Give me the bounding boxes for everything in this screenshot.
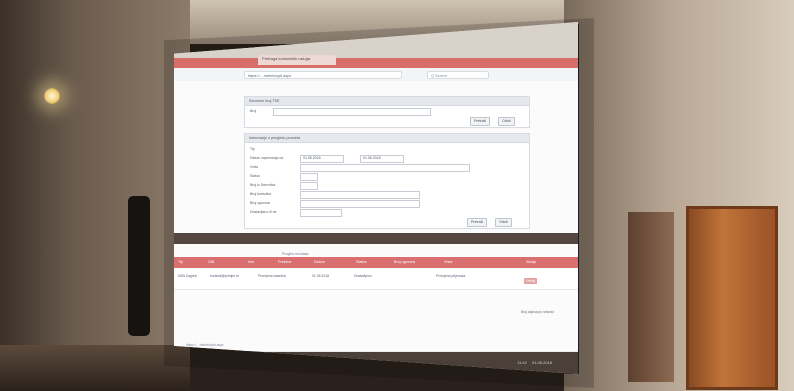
- left-wall: [0, 0, 190, 391]
- details-button[interactable]: Detalji: [524, 278, 538, 284]
- col-status[interactable]: Status: [356, 260, 366, 264]
- journal-number-input[interactable]: [300, 182, 318, 190]
- filter-label-delivered: Dostavljeno ili ne: [250, 210, 277, 214]
- results-header: Tip OIB Ime Prezime Datum Status Broj ug…: [174, 257, 578, 268]
- user-number-input[interactable]: [300, 191, 420, 199]
- url-bar[interactable]: https://... /admin/upit.aspx: [244, 71, 402, 79]
- row-note: Promjena prijenosa: [436, 274, 466, 278]
- filter-label-journal: Broj iz Dnevnika: [250, 183, 276, 187]
- browser-status-bar: https://... /admin/upit.aspx: [186, 343, 224, 347]
- col-contract[interactable]: Broj ugovora: [394, 260, 415, 264]
- delivered-select[interactable]: [300, 209, 342, 217]
- clock[interactable]: 11:42 01.06.2018: [517, 360, 552, 365]
- table-row[interactable]: MS5 Zagreb korisnik@primjer.hr Promjena …: [174, 269, 578, 290]
- status-select[interactable]: [300, 173, 318, 181]
- service-number-input[interactable]: [273, 108, 431, 116]
- section-divider: [174, 233, 578, 244]
- clear-button[interactable]: Očisti: [498, 117, 515, 126]
- wooden-door: [686, 206, 778, 390]
- filter-panel: Informacije o pregledu prometa Tip Datum…: [244, 133, 530, 229]
- filter-search-button[interactable]: Pretraži: [467, 218, 488, 227]
- filter-clear-button[interactable]: Očisti: [495, 218, 512, 227]
- date-from-value: 01.05.2018: [303, 156, 321, 160]
- service-number-panel: Serviceni broj TSE Broj Pretraži Očisti: [244, 96, 530, 128]
- speaker: [128, 196, 150, 336]
- search-button[interactable]: Pretraži: [470, 117, 491, 126]
- filter-label-user: Broj korisnika: [250, 192, 272, 196]
- page-content: Serviceni broj TSE Broj Pretraži Očisti …: [174, 81, 578, 351]
- col-oib[interactable]: OIB: [208, 260, 214, 264]
- rows-per-page[interactable]: Broj zapisa po stranici: [521, 310, 554, 314]
- row-service: Promjena vlasnika: [258, 274, 286, 278]
- col-date[interactable]: Datum: [314, 260, 325, 264]
- filter-label-contract: Broj ugovora: [250, 201, 270, 205]
- row-status: Dostavljeno: [354, 274, 372, 278]
- col-surname[interactable]: Prezime: [278, 260, 292, 264]
- room-scene: Pretraga korisničkih usluga https://... …: [0, 0, 794, 391]
- col-type[interactable]: Tip: [178, 260, 183, 264]
- field-label: Broj: [250, 109, 257, 113]
- wall-panel: [628, 212, 674, 382]
- grid-title: Pregled rezultata: [282, 252, 309, 256]
- col-action[interactable]: Akcija: [526, 260, 536, 264]
- browser-title-bar: [174, 58, 578, 68]
- row-id: MS5 Zagreb: [178, 274, 197, 278]
- filter-label-status: Status: [250, 174, 260, 178]
- row-email: korisnik@primjer.hr: [210, 274, 240, 278]
- shelf: [0, 345, 190, 391]
- clock-time: 11:42: [517, 360, 527, 365]
- filter-label-type: Tip: [250, 147, 255, 151]
- contract-number-input[interactable]: [300, 200, 420, 208]
- browser-search-field[interactable]: Q Search: [427, 71, 489, 79]
- row-date: 01.05.2018: [312, 274, 329, 278]
- projection-screen: Pretraga korisničkih usluga https://... …: [174, 22, 578, 374]
- kind-select[interactable]: [300, 164, 470, 172]
- browser-tab[interactable]: Pretraga korisničkih usluga: [258, 55, 336, 65]
- date-to-value: 01.06.2018: [363, 156, 381, 160]
- ceiling-lamp-icon: [44, 88, 60, 104]
- filter-label-date: Datum zaprimanja od: [250, 156, 284, 160]
- col-kind[interactable]: Vrsta: [444, 260, 452, 264]
- clock-date: 01.06.2018: [531, 360, 552, 365]
- filter-panel-title: Informacije o pregledu prometa: [245, 134, 529, 143]
- col-name[interactable]: Ime: [248, 260, 254, 264]
- filter-label-kind: Vrsta: [250, 165, 259, 169]
- panel-title: Serviceni broj TSE: [245, 97, 529, 106]
